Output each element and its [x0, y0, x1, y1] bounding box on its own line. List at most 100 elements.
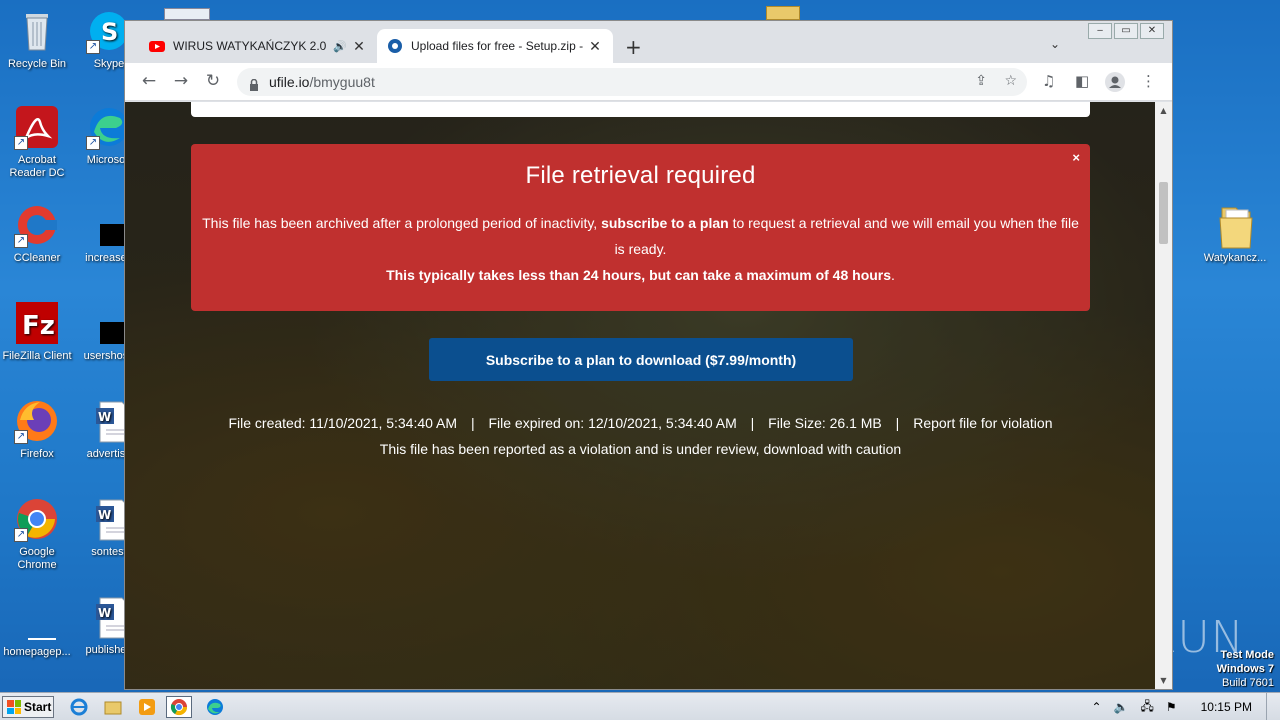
desktop-icon-label: Acrobat Reader DC [9, 154, 65, 179]
forward-icon[interactable]: → [171, 71, 191, 91]
windows-logo-icon [7, 700, 21, 714]
ie-icon[interactable] [66, 696, 92, 718]
chrome-icon: ↗ [14, 496, 60, 542]
desktop-icon-firefox[interactable]: ↗ Firefox [0, 398, 74, 461]
desktop-icon-ccleaner[interactable]: ↗ CCleaner [0, 202, 74, 265]
desktop-icon-chrome[interactable]: ↗ Google Chrome [0, 496, 74, 572]
chrome-window: WIRUS WATYKAŃCZYK 2.0 DOW 🔊 ✕ Upload fil… [124, 20, 1173, 690]
alert-title: File retrieval required [525, 162, 756, 189]
ccleaner-icon: ↗ [14, 202, 60, 248]
ufile-icon [387, 38, 403, 54]
maximize-icon[interactable]: ▭ [1114, 23, 1138, 39]
close-tab-icon[interactable]: ✕ [587, 38, 603, 55]
partial-icon [164, 8, 210, 20]
desktop-icon-label: Google Chrome [17, 546, 57, 571]
alert-note: This typically takes less than 24 hours,… [386, 267, 895, 283]
desktop-icon-filezilla[interactable]: Fz FileZilla Client [0, 300, 74, 363]
close-window-icon[interactable]: ✕ [1140, 23, 1164, 39]
shortcut-arrow-icon: ↗ [14, 136, 28, 150]
file-expired: File expired on: 12/10/2021, 5:34:40 AM [488, 415, 737, 431]
tab-strip: WIRUS WATYKAŃCZYK 2.0 DOW 🔊 ✕ Upload fil… [125, 21, 1172, 63]
page-scrollbar[interactable]: ▲ ▼ [1155, 102, 1172, 689]
tab-title: Upload files for free - Setup.zip - ufil [411, 39, 583, 53]
show-desktop-button[interactable] [1266, 693, 1280, 720]
desktop-icon-label: Watykancz... [1203, 252, 1267, 264]
svg-text:W: W [98, 606, 111, 620]
action-center-icon[interactable]: ⚑ [1166, 700, 1177, 714]
page-card-bottom [191, 102, 1090, 117]
window-controls: ‒ ▭ ✕ [1088, 23, 1164, 39]
desktop-icon-label: Recycle Bin [7, 58, 67, 70]
recycle-bin-icon [14, 8, 60, 54]
back-icon[interactable]: ← [139, 71, 159, 91]
speaker-icon[interactable]: 🔊 [333, 40, 347, 53]
media-control-icon[interactable]: ♫ [1042, 72, 1055, 90]
desktop-icon-label: sontest [91, 546, 127, 558]
media-player-icon[interactable] [134, 696, 160, 718]
report-link[interactable]: Report file for violation [913, 415, 1052, 431]
shortcut-arrow-icon: ↗ [86, 40, 100, 54]
desktop-icon-homepage[interactable]: homepagep... [0, 618, 74, 659]
alert-text: This file has been archived after a prol… [202, 215, 1079, 257]
desktop-icon-label: CCleaner [13, 252, 61, 264]
side-panel-icon[interactable]: ◧ [1075, 72, 1089, 90]
address-bar[interactable]: ufile.io/bmyguu8t ⇪ ☆ [237, 68, 1027, 96]
tray-expand-icon[interactable]: ⌃ [1091, 700, 1101, 714]
folder-icon [766, 6, 800, 20]
desktop-icon-label: FileZilla Client [2, 350, 72, 362]
svg-text:S: S [101, 18, 118, 46]
subscribe-button[interactable]: Subscribe to a plan to download ($7.99/m… [429, 338, 853, 381]
scroll-down-icon[interactable]: ▼ [1155, 676, 1172, 685]
url-text: ufile.io/bmyguu8t [269, 74, 375, 90]
start-button[interactable]: Start [2, 696, 54, 718]
tab-wirus[interactable]: WIRUS WATYKAŃCZYK 2.0 DOW 🔊 ✕ [139, 29, 377, 63]
file-size: File Size: 26.1 MB [768, 415, 882, 431]
svg-text:W: W [98, 410, 111, 424]
desktop-icon-acrobat[interactable]: ↗ Acrobat Reader DC [0, 104, 74, 180]
desktop-icon-label: Skype [93, 58, 125, 70]
share-icon[interactable]: ⇪ [975, 73, 987, 89]
minimize-icon[interactable]: ‒ [1088, 23, 1112, 39]
shortcut-arrow-icon: ↗ [86, 136, 100, 150]
shortcut-arrow-icon: ↗ [14, 528, 28, 542]
desktop-icon-label: homepagep... [3, 646, 71, 658]
desktop-icon-label: Firefox [20, 448, 54, 460]
page-content: × File retrieval required This file has … [125, 102, 1156, 689]
network-icon[interactable]: 🖧 [1140, 697, 1153, 718]
tab-ufile[interactable]: Upload files for free - Setup.zip - ufil… [377, 29, 613, 63]
acrobat-icon: ↗ [14, 104, 60, 150]
system-tray: ⌃ 🔈 🖧 ⚑ 10:15 PM [1085, 693, 1280, 720]
bookmark-star-icon[interactable]: ☆ [1004, 73, 1017, 89]
clock[interactable]: 10:15 PM [1201, 700, 1252, 714]
violation-warning: This file has been reported as a violati… [379, 441, 902, 457]
test-mode-label: Test Mode Windows 7 Build 7601 [1216, 649, 1274, 689]
reload-icon[interactable]: ↻ [203, 71, 223, 91]
folder-icon [1212, 202, 1258, 249]
tab-title: WIRUS WATYKAŃCZYK 2.0 DOW [173, 39, 329, 53]
tab-search-icon[interactable]: ⌄ [1050, 37, 1060, 51]
desktop-icon-recycle-bin[interactable]: Recycle Bin [0, 8, 74, 71]
chrome-taskbar-icon[interactable] [166, 696, 192, 718]
profile-avatar-icon[interactable] [1105, 72, 1125, 96]
scroll-up-icon[interactable]: ▲ [1155, 106, 1172, 115]
explorer-icon[interactable] [100, 696, 126, 718]
browser-toolbar: ← → ↻ ufile.io/bmyguu8t ⇪ ☆ ♫ ◧ ⋮ [125, 63, 1172, 101]
firefox-icon: ↗ [14, 398, 60, 444]
shortcut-arrow-icon: ↗ [14, 430, 28, 444]
filezilla-icon: Fz [14, 300, 60, 346]
edge-taskbar-icon[interactable] [202, 696, 228, 718]
alert-close-icon[interactable]: × [1072, 150, 1080, 165]
taskbar: Start ⌃ 🔈 🖧 ⚑ 10:15 PM [0, 692, 1280, 720]
youtube-icon [149, 38, 165, 54]
close-tab-icon[interactable]: ✕ [351, 38, 367, 55]
file-info: File created: 11/10/2021, 5:34:40 AM | F… [125, 410, 1156, 462]
menu-kebab-icon[interactable]: ⋮ [1141, 72, 1156, 90]
file-icon [14, 618, 60, 642]
new-tab-icon[interactable]: + [625, 35, 642, 59]
svg-text:W: W [98, 508, 111, 522]
file-created: File created: 11/10/2021, 5:34:40 AM [228, 415, 458, 431]
lock-icon[interactable] [249, 76, 259, 91]
volume-icon[interactable]: 🔈 [1114, 700, 1129, 714]
scroll-thumb[interactable] [1159, 182, 1168, 244]
desktop-icon-watykanczyk[interactable]: Watykancz... [1198, 202, 1272, 265]
